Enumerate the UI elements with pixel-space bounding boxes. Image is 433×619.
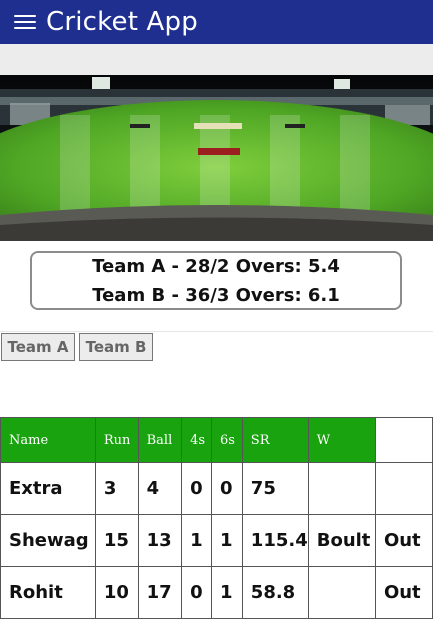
app-bar: Cricket App (0, 0, 433, 44)
cell-w (307, 566, 376, 619)
cell-run: 3 (94, 462, 139, 515)
col-header-ball: Ball (137, 417, 183, 463)
table-row: Shewag 15 13 1 1 115.4 Boult Out (0, 514, 433, 567)
cell-name: Shewag (0, 514, 96, 567)
table-header-row: Name Run Ball 4s 6s SR W (0, 417, 433, 463)
cell-run: 15 (94, 514, 139, 567)
col-header-6s: 6s (211, 417, 243, 463)
tab-team-b[interactable]: Team B (79, 333, 153, 361)
team-a-score: Team A - 28/2 Overs: 5.4 (92, 255, 340, 277)
app-title: Cricket App (46, 7, 198, 37)
col-header-run: Run (94, 417, 139, 463)
scoreboard: Team A - 28/2 Overs: 5.4 Team B - 36/3 O… (30, 251, 402, 310)
cell-6s: 0 (211, 462, 243, 515)
menu-icon[interactable] (14, 15, 36, 29)
cell-6s: 1 (211, 566, 243, 619)
cell-name: Extra (0, 462, 96, 515)
col-header-name: Name (0, 417, 96, 463)
cell-name: Rohit (0, 566, 96, 619)
cell-ball: 13 (137, 514, 183, 567)
cell-ball: 4 (137, 462, 183, 515)
batting-table: Name Run Ball 4s 6s SR W Extra 3 4 0 0 7… (0, 417, 433, 619)
cell-4s: 1 (181, 514, 212, 567)
cell-status: Out (374, 514, 433, 567)
col-header-4s: 4s (181, 417, 212, 463)
table-row: Rohit 10 17 0 1 58.8 Out (0, 566, 433, 619)
stadium-image (0, 75, 433, 241)
cell-status: Out (374, 566, 433, 619)
table-row: Extra 3 4 0 0 75 (0, 462, 433, 515)
col-header-sr: SR (241, 417, 309, 463)
divider (0, 331, 433, 332)
cell-sr: 58.8 (241, 566, 309, 619)
tab-team-a[interactable]: Team A (1, 333, 75, 361)
team-b-score: Team B - 36/3 Overs: 6.1 (92, 284, 340, 306)
cell-ball: 17 (137, 566, 183, 619)
cell-sr: 75 (241, 462, 309, 515)
cell-4s: 0 (181, 566, 212, 619)
cell-4s: 0 (181, 462, 212, 515)
cell-sr: 115.4 (241, 514, 309, 567)
cell-status (374, 462, 433, 515)
cell-6s: 1 (211, 514, 243, 567)
header-spacer (0, 44, 433, 75)
col-header-status (374, 417, 433, 463)
cell-run: 10 (94, 566, 139, 619)
cell-w: Boult (307, 514, 376, 567)
col-header-w: W (307, 417, 376, 463)
cell-w (307, 462, 376, 515)
